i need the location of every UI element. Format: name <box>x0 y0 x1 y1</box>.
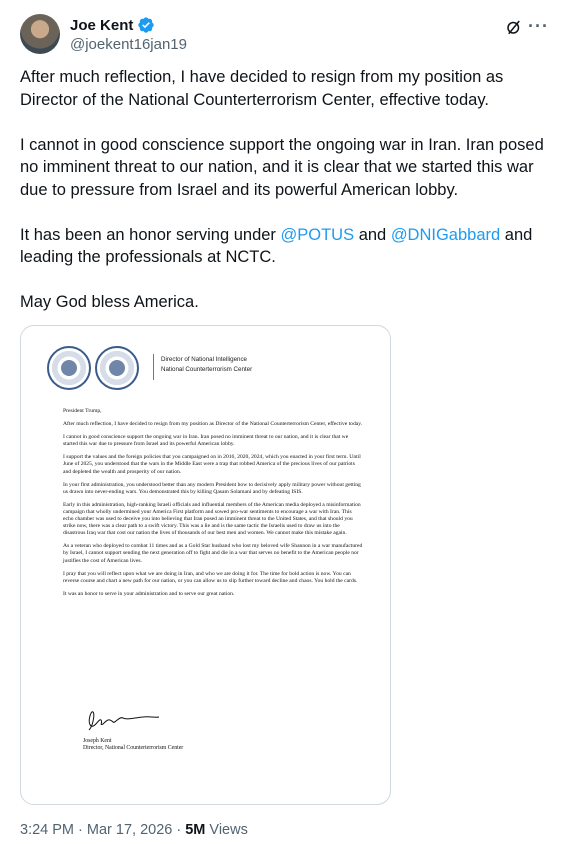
tweet-paragraph-3: It has been an honor serving under @POTU… <box>20 224 550 269</box>
author-name[interactable]: Joe Kent <box>70 17 133 34</box>
signer-name: Joseph Kent <box>83 738 112 744</box>
handwritten-signature <box>88 711 160 731</box>
letter-body: President Trump, After much reflection, … <box>63 408 363 604</box>
letter-paragraph: I cannot in good conscience support the … <box>63 434 349 448</box>
letter-paragraph: I pray that you will reflect upon what w… <box>63 570 358 584</box>
more-options-icon[interactable]: ··· <box>528 16 549 37</box>
tweet-text-segment: It has been an honor serving under <box>20 225 281 244</box>
letter-salutation: President Trump, <box>63 408 102 414</box>
author-handle[interactable]: @joekent16jan19 <box>70 36 187 53</box>
letter-image[interactable]: Director of National Intelligence Nation… <box>20 325 391 805</box>
letter-paragraph: After much reflection, I have decided to… <box>63 421 363 428</box>
letterhead-line-2: National Counterterrorism Center <box>161 366 253 373</box>
signer-title: Director, National Counterterrorism Cent… <box>83 745 184 751</box>
views-label: Views <box>205 822 248 838</box>
letter-paragraph: In your first administration, you unders… <box>63 481 361 495</box>
avatar[interactable] <box>20 14 60 54</box>
tweet-meta: 3:24 PM · Mar 17, 2026 · 5M Views <box>20 822 248 838</box>
letter-paragraph: As a veteran who deployed to combat 11 t… <box>63 543 363 564</box>
tweet-header: Joe Kent @joekent16jan19 ··· <box>20 14 553 58</box>
seals <box>47 346 139 390</box>
letterhead-line-1: Director of National Intelligence <box>161 356 247 363</box>
letter-paragraph: It was an honor to serve in your adminis… <box>63 590 235 597</box>
verified-badge-icon <box>138 17 155 33</box>
tweet-paragraph-4: May God bless America. <box>20 293 199 311</box>
letterhead-divider <box>153 354 154 380</box>
mention-dnigabbard-link[interactable]: @DNIGabbard <box>391 226 500 244</box>
views-count[interactable]: 5M <box>185 822 205 838</box>
mention-potus-link[interactable]: @POTUS <box>281 226 355 244</box>
dni-seal-icon <box>47 346 91 390</box>
letter-paragraph: I support the values and the foreign pol… <box>63 454 361 475</box>
tweet-paragraph-1: After much reflection, I have decided to… <box>20 68 504 109</box>
tweet-date[interactable]: Mar 17, 2026 <box>87 822 172 838</box>
nctc-seal-icon <box>95 346 139 390</box>
meta-separator: · <box>172 822 186 838</box>
tweet-time[interactable]: 3:24 PM <box>20 822 74 838</box>
tweet-paragraph-2: I cannot in good conscience support the … <box>20 135 544 199</box>
tweet-text: After much reflection, I have decided to… <box>20 66 550 314</box>
grok-icon[interactable] <box>505 18 523 36</box>
letter-paragraph: Early in this administration, high-ranki… <box>63 501 361 537</box>
meta-separator: · <box>74 822 87 838</box>
author-name-row[interactable]: Joe Kent <box>70 16 155 34</box>
tweet-text-segment: and <box>354 225 391 244</box>
